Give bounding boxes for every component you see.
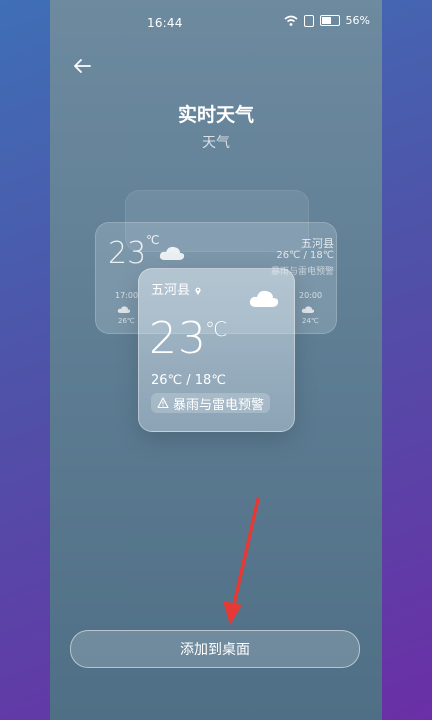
preview-city: 五河县 <box>301 237 334 250</box>
weather-warning-badge: 暴雨与雷电预警 <box>151 393 271 413</box>
preview-hour-temp: 24℃ <box>302 317 319 325</box>
preview-hour-temp: 26℃ <box>118 317 135 325</box>
widget-temperature: 23 <box>149 313 207 364</box>
preview-hour-time: 20:00 <box>299 291 323 300</box>
widget-temp-range: 26℃ / 18℃ <box>151 373 226 388</box>
cloud-icon <box>159 246 185 260</box>
widget-degree-unit: ℃ <box>205 317 228 341</box>
cloud-icon <box>117 306 131 313</box>
status-time: 16:44 <box>147 16 183 30</box>
weather-widget-preview: 五河县 23 ℃ 26℃ / 18℃ 暴雨与雷电预警 <box>138 268 295 432</box>
widget-city-label: 五河县 <box>151 283 191 298</box>
status-right: 56% <box>284 14 370 27</box>
warning-icon <box>157 397 169 409</box>
preview-hour-time: 17:00 <box>115 291 139 300</box>
widget-city: 五河县 <box>151 279 201 298</box>
cloud-icon <box>249 290 279 307</box>
page-title: 实时天气 <box>177 104 254 126</box>
preview-temp: 23 <box>108 236 147 271</box>
back-arrow-icon[interactable] <box>70 54 94 78</box>
location-pin-icon <box>195 287 201 295</box>
phone-screen: 16:44 56% 实时天气 天气 23 ℃ 五河县 26℃ / 18℃ 暴雨与… <box>50 0 382 720</box>
add-to-desktop-button[interactable]: 添加到桌面 <box>70 630 360 668</box>
cloud-icon <box>301 306 315 313</box>
red-arrow-annotation <box>223 497 260 625</box>
sim-icon <box>303 14 314 27</box>
page-subtitle: 天气 <box>202 135 230 151</box>
warning-text: 暴雨与雷电预警 <box>173 397 265 413</box>
battery-icon <box>319 15 340 26</box>
battery-percent: 56% <box>345 14 370 27</box>
preview-range: 26℃ / 18℃ <box>276 250 334 261</box>
status-bar: 16:44 56% <box>50 0 382 46</box>
wifi-icon <box>284 15 298 26</box>
